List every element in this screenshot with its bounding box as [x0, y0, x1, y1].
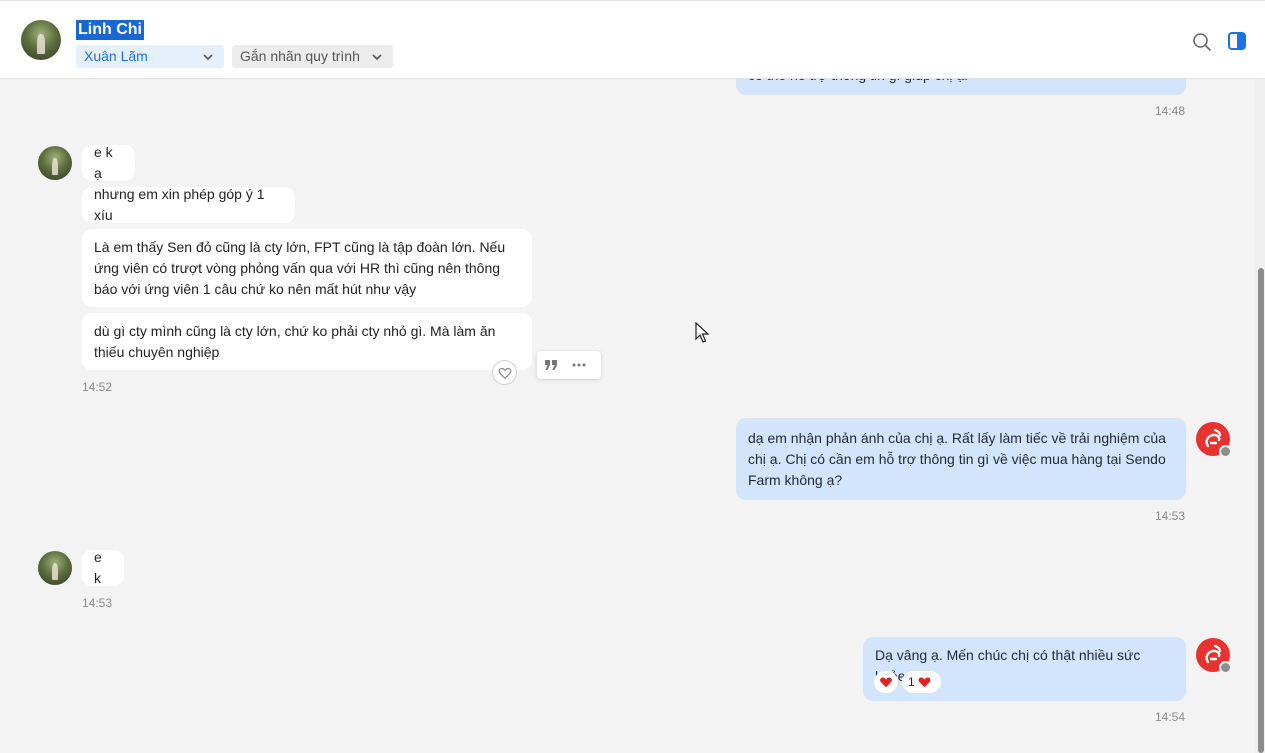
shop-avatar[interactable]: [1196, 638, 1232, 674]
message-text: nhưng em xin phép góp ý 1 xíu: [94, 186, 265, 223]
message-time: 14:48: [1155, 104, 1186, 118]
heart-icon: [918, 677, 931, 688]
contact-avatar[interactable]: [38, 551, 72, 585]
reaction-count: 1: [908, 675, 915, 689]
message-time: 14:53: [82, 596, 113, 610]
assignee-label: Xuân Lãm: [84, 48, 148, 64]
heart-icon: [880, 677, 892, 688]
contact-name[interactable]: Linh Chi: [76, 20, 144, 40]
incoming-message[interactable]: Là em thấy Sen đỏ cũng là cty lớn, FPT c…: [82, 229, 532, 307]
incoming-message[interactable]: nhưng em xin phép góp ý 1 xíu: [82, 186, 295, 223]
incoming-message[interactable]: dù gì cty mình cũng là cty lớn, chứ ko p…: [82, 313, 532, 370]
reaction-heart-button[interactable]: [874, 671, 898, 693]
side-panel-icon[interactable]: [1228, 32, 1246, 50]
heart-outline-icon: [498, 367, 512, 380]
message-text: dạ em nhận phản ánh của chị ạ. Rất lấy l…: [748, 429, 1166, 488]
message-text: e k ạ: [94, 144, 113, 181]
process-tag-dropdown[interactable]: Gắn nhãn quy trình: [232, 45, 393, 68]
incoming-message[interactable]: e k ạ: [82, 144, 135, 181]
contact-avatar[interactable]: [21, 20, 61, 60]
outgoing-message[interactable]: dạ em nhận phản ánh của chị ạ. Rất lấy l…: [736, 418, 1186, 500]
message-text: dù gì cty mình cũng là cty lớn, chứ ko p…: [94, 322, 496, 360]
contact-avatar[interactable]: [38, 146, 72, 180]
incoming-message[interactable]: e k: [82, 549, 124, 586]
message-time: 14:52: [82, 380, 113, 394]
search-icon[interactable]: [1192, 32, 1212, 52]
assignee-dropdown[interactable]: Xuân Lãm: [76, 45, 224, 68]
chevron-down-icon: [372, 54, 382, 61]
mouse-cursor-icon: [695, 322, 709, 343]
process-tag-label: Gắn nhãn quy trình: [240, 48, 360, 64]
shop-avatar[interactable]: [1196, 422, 1232, 458]
status-badge: [1219, 445, 1232, 458]
chat-header: Linh Chi Xuân Lãm Gắn nhãn quy trình: [0, 0, 1265, 79]
message-text: Là em thấy Sen đỏ cũng là cty lớn, FPT c…: [94, 238, 506, 297]
reaction-summary[interactable]: 1: [902, 671, 941, 693]
message-text: e k: [94, 549, 102, 586]
react-heart-button[interactable]: [492, 360, 517, 385]
status-badge: [1219, 661, 1232, 674]
scrollbar-thumb[interactable]: [1258, 268, 1264, 753]
quote-icon[interactable]: [543, 357, 559, 373]
message-action-toolbar: [537, 351, 601, 379]
more-options-icon[interactable]: [571, 357, 587, 373]
message-time: 14:53: [1155, 509, 1186, 523]
chevron-down-icon: [203, 54, 213, 61]
message-time: 14:54: [1155, 710, 1186, 724]
